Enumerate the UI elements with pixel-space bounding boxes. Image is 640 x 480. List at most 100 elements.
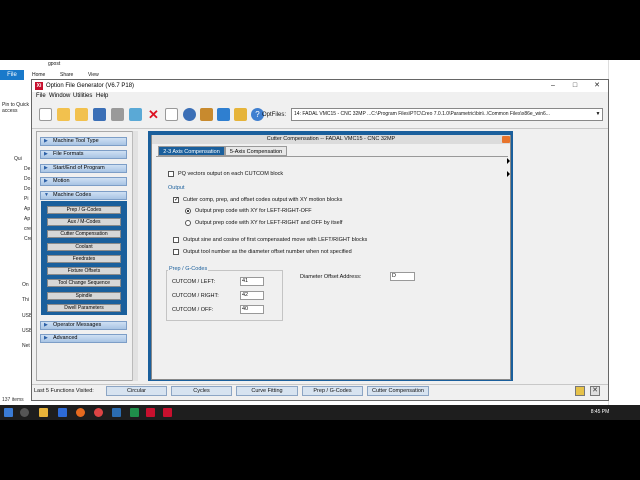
save-icon[interactable] — [93, 108, 106, 121]
explorer-status: 137 items — [2, 397, 24, 403]
explorer-taskbar-icon[interactable] — [39, 408, 48, 417]
history-clear-icon[interactable]: ✕ — [590, 386, 600, 396]
sub-dwell-parameters[interactable]: Dwell Parameters — [47, 304, 121, 312]
pq-vectors-checkbox[interactable] — [168, 171, 174, 177]
delete-icon[interactable]: ✕ — [147, 108, 160, 121]
ribbon-tab-share[interactable]: Share — [60, 72, 73, 78]
grey-icon[interactable] — [111, 108, 124, 121]
explorer-nav-item[interactable]: cre — [24, 226, 31, 232]
ribbon-tab-home[interactable]: Home — [32, 72, 45, 78]
cutter-comp-output-checkbox[interactable]: ✓ — [173, 197, 179, 203]
history-options-icon[interactable] — [575, 386, 585, 396]
nav-label: File Formats — [53, 151, 84, 157]
explorer-nav-item[interactable]: Ap — [24, 216, 30, 222]
refresh-icon[interactable] — [183, 108, 196, 121]
sine-cosine-checkbox[interactable] — [173, 237, 179, 243]
dialog-title: Cutter Compensation -- FADAL VMC15 - CNC… — [152, 135, 510, 144]
app-taskbar-icon[interactable] — [112, 408, 121, 417]
sub-feedrates[interactable]: Feedrates — [47, 255, 121, 263]
ribbon-tab-view[interactable]: View — [88, 72, 99, 78]
tool-number-checkbox[interactable] — [173, 249, 179, 255]
explorer-nav-item[interactable]: De — [24, 166, 30, 172]
back-icon[interactable] — [75, 108, 88, 121]
tab-5-axis[interactable]: 5-Axis Compensation — [225, 146, 287, 156]
tool-number-label: Output tool number as the diameter offse… — [183, 249, 352, 255]
nav-operator-messages[interactable]: ▶ Operator Messages — [40, 321, 127, 330]
search-icon[interactable] — [20, 408, 29, 417]
nav-file-formats[interactable]: ▶ File Formats — [40, 150, 127, 159]
sub-aux-m-codes[interactable]: Aux / M-Codes — [47, 218, 121, 226]
optfiles-dropdown[interactable]: 14: FADAL VMC15 - CNC 32MP ...C:\Program… — [291, 108, 603, 121]
history-circular[interactable]: Circular — [106, 386, 167, 396]
radio-left-right-and-off[interactable] — [185, 220, 191, 226]
menu-file[interactable]: File — [36, 93, 46, 99]
option-file-generator-icon[interactable] — [163, 408, 172, 417]
start-icon[interactable] — [4, 408, 13, 417]
new-file-icon[interactable] — [39, 108, 52, 121]
chevron-down-icon[interactable]: ▼ — [594, 109, 602, 120]
nav-label: Operator Messages — [53, 322, 102, 328]
maximize-button[interactable]: □ — [564, 80, 586, 92]
sub-coolant[interactable]: Coolant — [47, 243, 121, 251]
explorer-nav-item[interactable]: Thi — [22, 297, 29, 303]
menu-window[interactable]: Window — [49, 93, 70, 99]
cutcom-off-input[interactable]: 40 — [240, 305, 264, 314]
sub-tool-change-sequence[interactable]: Tool Change Sequence — [47, 279, 121, 287]
arrow-marker-icon — [507, 171, 510, 177]
tab-2-3-axis[interactable]: 2-3 Axis Compensation — [158, 146, 225, 156]
swap-icon[interactable] — [217, 108, 230, 121]
history-curve-fitting[interactable]: Curve Fitting — [236, 386, 298, 396]
diameter-offset-input[interactable]: D — [390, 272, 415, 281]
chrome-icon[interactable] — [94, 408, 103, 417]
history-prep-g-codes[interactable]: Prep / G-Codes — [302, 386, 363, 396]
nav-machine-tool-type[interactable]: ▶ Machine Tool Type — [40, 137, 127, 146]
nav-advanced[interactable]: ▶ Advanced — [40, 334, 127, 343]
sub-prep-g-codes[interactable]: Prep / G-Codes — [47, 206, 121, 214]
expand-arrow-icon: ▶ — [44, 165, 48, 171]
dialog-icon[interactable] — [234, 108, 247, 121]
explorer-nav-item[interactable]: On — [22, 282, 29, 288]
pin-quick-access[interactable]: Pin to Quick access — [2, 102, 32, 114]
menu-utilities[interactable]: Utilities — [73, 93, 92, 99]
explorer-nav-item[interactable]: Net — [22, 343, 30, 349]
nav-start-end-program[interactable]: ▶ Start/End of Program — [40, 164, 127, 173]
explorer-path: gpost — [48, 61, 61, 67]
edge-icon[interactable] — [58, 408, 67, 417]
ribbon-file-button[interactable]: File — [0, 70, 24, 80]
collapse-arrow-icon: ▼ — [44, 192, 49, 198]
explorer-nav-item[interactable]: Ap — [24, 206, 30, 212]
expand-arrow-icon: ▶ — [44, 178, 48, 184]
last5-label: Last 5 Functions Visited: — [34, 388, 94, 394]
close-button[interactable]: ✕ — [586, 80, 608, 92]
radio-left-right-off[interactable] — [185, 208, 191, 214]
upload-icon[interactable] — [129, 108, 142, 121]
menu-help[interactable]: Help — [96, 93, 108, 99]
nav-motion[interactable]: ▶ Motion — [40, 177, 127, 186]
expand-arrow-icon: ▶ — [44, 138, 48, 144]
cutcom-left-input[interactable]: 41 — [240, 277, 264, 286]
explorer-titlebar: gpost — [0, 60, 640, 70]
expand-arrow-icon: ▶ — [44, 151, 48, 157]
dialog-close-icon[interactable] — [502, 136, 510, 143]
minimize-button[interactable]: – — [542, 80, 564, 92]
document-icon[interactable] — [165, 108, 178, 121]
cutcom-right-input[interactable]: 42 — [240, 291, 264, 300]
sub-spindle[interactable]: Spindle — [47, 292, 121, 300]
optfiles-label: OptFiles: — [262, 112, 287, 118]
sub-cutter-compensation[interactable]: Cutter Compensation — [47, 230, 121, 238]
firefox-icon[interactable] — [76, 408, 85, 417]
nav-scrollbar[interactable] — [132, 131, 138, 381]
nav-machine-codes[interactable]: ▼ Machine Codes — [40, 191, 127, 200]
tools-icon[interactable] — [200, 108, 213, 121]
app-taskbar-icon[interactable] — [130, 408, 139, 417]
explorer-nav-item[interactable]: Qui — [14, 156, 22, 162]
explorer-nav-item[interactable]: Do — [24, 186, 30, 192]
sub-fixture-offsets[interactable]: Fixture Offsets — [47, 267, 121, 275]
history-cycles[interactable]: Cycles — [171, 386, 232, 396]
clock[interactable]: 8:45 PM — [585, 405, 615, 420]
history-cutter-compensation[interactable]: Cutter Compensation — [367, 386, 429, 396]
open-folder-icon[interactable] — [57, 108, 70, 121]
creo-icon[interactable] — [146, 408, 155, 417]
explorer-nav-item[interactable]: Pi — [24, 196, 28, 202]
explorer-nav-item[interactable]: Do — [24, 176, 30, 182]
